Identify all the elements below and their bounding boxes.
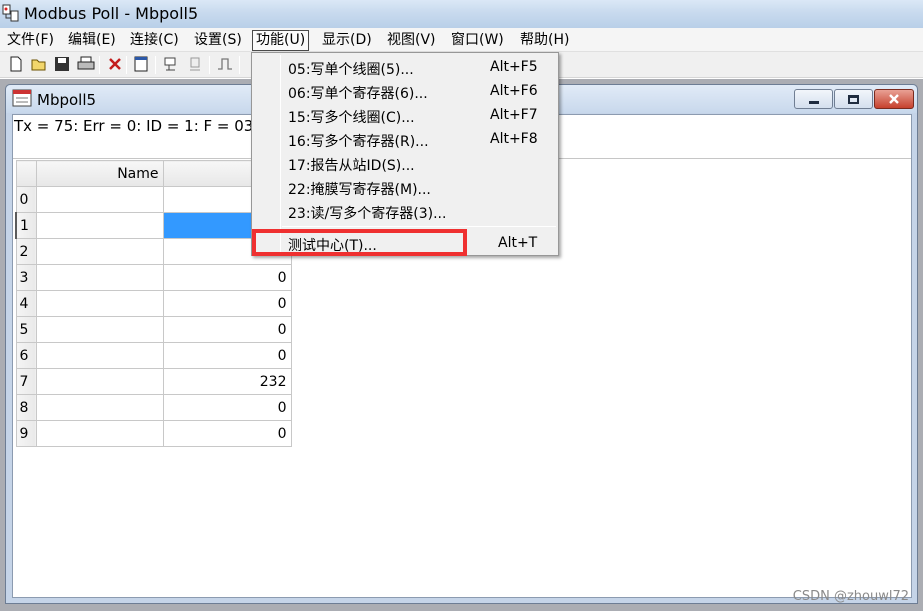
menu-item-label: 15:写多个线圈(C)... <box>288 110 415 126</box>
menu-item-write-multiple-registers[interactable]: 16:写多个寄存器(R)... Alt+F8 <box>254 128 556 152</box>
value-cell[interactable]: 0 <box>162 290 292 317</box>
menu-help[interactable]: 帮助(H) <box>517 30 572 51</box>
open-icon[interactable] <box>31 55 49 73</box>
pulse-icon[interactable] <box>216 55 234 73</box>
menu-item-shortcut: Alt+F6 <box>490 83 538 99</box>
menu-item-shortcut: Alt+F8 <box>490 131 538 147</box>
table-row: 7 232 <box>15 368 292 395</box>
row-header[interactable]: 9 <box>15 420 37 447</box>
menu-window[interactable]: 窗口(W) <box>448 30 507 51</box>
menu-functions[interactable]: 功能(U) <box>252 30 310 51</box>
menu-item-label: 23:读/写多个寄存器(3)... <box>288 206 447 222</box>
maximize-button[interactable] <box>834 89 873 109</box>
toolbar-separator <box>239 56 240 74</box>
table-row: 3 0 <box>15 264 292 291</box>
menu-item-label: 16:写多个寄存器(R)... <box>288 134 429 150</box>
menu-item-write-single-coil[interactable]: 05:写单个线圈(5)... Alt+F5 <box>254 56 556 80</box>
close-button[interactable] <box>874 89 914 109</box>
menu-item-write-multiple-coils[interactable]: 15:写多个线圈(C)... Alt+F7 <box>254 104 556 128</box>
menu-item-label: 22:掩膜写寄存器(M)... <box>288 182 431 198</box>
name-cell[interactable] <box>35 368 164 395</box>
print-icon[interactable] <box>77 55 95 73</box>
app-title: Modbus Poll - Mbpoll5 <box>24 4 199 23</box>
child-window-title: Mbpoll5 <box>37 91 97 109</box>
name-cell[interactable] <box>35 186 164 213</box>
row-header[interactable]: 1 <box>15 212 37 239</box>
name-cell[interactable] <box>35 420 164 447</box>
minimize-button[interactable] <box>794 89 833 109</box>
row-header[interactable]: 5 <box>15 316 37 343</box>
name-cell[interactable] <box>35 394 164 421</box>
table-row: 1 <box>15 212 292 239</box>
grid-corner-cell <box>15 160 37 187</box>
value-cell[interactable]: 232 <box>162 368 292 395</box>
toolbar-separator <box>155 56 156 74</box>
delete-icon[interactable] <box>106 55 124 73</box>
table-row: 4 0 <box>15 290 292 317</box>
table-row: 0 <box>15 186 292 213</box>
value-cell[interactable]: 0 <box>162 264 292 291</box>
grid-header-row: Name 0 <box>15 160 292 187</box>
menu-item-write-single-register[interactable]: 06:写单个寄存器(6)... Alt+F6 <box>254 80 556 104</box>
value-cell[interactable]: 0 <box>162 316 292 343</box>
row-header[interactable]: 7 <box>15 368 37 395</box>
menu-display[interactable]: 显示(D) <box>319 30 375 51</box>
row-header[interactable]: 4 <box>15 290 37 317</box>
menu-view[interactable]: 视图(V) <box>384 30 439 51</box>
maximize-icon <box>848 94 859 104</box>
functions-dropdown-menu: 05:写单个线圈(5)... Alt+F5 06:写单个寄存器(6)... Al… <box>251 52 559 256</box>
poll-status-line: Tx = 75: Err = 0: ID = 1: F = 03 <box>14 117 254 135</box>
save-icon[interactable] <box>53 55 71 73</box>
value-cell[interactable]: 0 <box>162 394 292 421</box>
table-row: 2 45 <box>15 238 292 265</box>
toolbar-separator <box>209 56 210 74</box>
table-row: 5 0 <box>15 316 292 343</box>
menu-item-label: 17:报告从站ID(S)... <box>288 158 415 174</box>
name-cell[interactable] <box>35 238 164 265</box>
menu-file[interactable]: 文件(F) <box>4 30 57 51</box>
menu-item-shortcut: Alt+T <box>498 235 538 251</box>
menu-item-label: 05:写单个线圈(5)... <box>288 62 414 78</box>
new-icon[interactable] <box>7 55 25 73</box>
name-cell[interactable] <box>35 342 164 369</box>
read-icon[interactable] <box>186 55 204 73</box>
close-icon <box>889 94 899 104</box>
app-titlebar: Modbus Poll - Mbpoll5 <box>0 0 923 28</box>
name-cell[interactable] <box>35 212 164 239</box>
grid-window-icon <box>12 89 32 107</box>
menu-setup[interactable]: 设置(S) <box>191 30 245 51</box>
minimize-icon <box>808 100 819 104</box>
menu-item-mask-write-register[interactable]: 22:掩膜写寄存器(M)... <box>254 176 556 200</box>
menu-item-shortcut: Alt+F7 <box>490 107 538 123</box>
value-cell[interactable]: 0 <box>162 342 292 369</box>
row-header[interactable]: 0 <box>15 186 37 213</box>
toolbar-separator <box>99 56 100 74</box>
name-cell[interactable] <box>35 264 164 291</box>
watermark: CSDN @zhouwl72 <box>792 589 909 604</box>
table-row: 8 0 <box>15 394 292 421</box>
menu-item-label: 06:写单个寄存器(6)... <box>288 86 428 102</box>
row-header[interactable]: 2 <box>15 238 37 265</box>
highlight-annotation-box <box>252 229 467 256</box>
menu-item-shortcut: Alt+F5 <box>490 59 538 75</box>
menu-separator <box>282 226 556 227</box>
name-cell[interactable] <box>35 316 164 343</box>
toolbar-separator <box>126 56 127 74</box>
menu-edit[interactable]: 编辑(E) <box>65 30 119 51</box>
value-cell[interactable]: 0 <box>162 420 292 447</box>
table-row: 9 0 <box>15 420 292 447</box>
row-header[interactable]: 3 <box>15 264 37 291</box>
row-header[interactable]: 8 <box>15 394 37 421</box>
column-header-name[interactable]: Name <box>35 160 164 187</box>
menu-item-report-slave-id[interactable]: 17:报告从站ID(S)... <box>254 152 556 176</box>
name-cell[interactable] <box>35 290 164 317</box>
menu-connect[interactable]: 连接(C) <box>127 30 182 51</box>
window-icon[interactable] <box>132 55 150 73</box>
table-row: 6 0 <box>15 342 292 369</box>
modbus-app-icon <box>2 3 20 23</box>
menu-item-read-write-registers[interactable]: 23:读/写多个寄存器(3)... <box>254 200 556 224</box>
menu-bar: 文件(F) 编辑(E) 连接(C) 设置(S) 功能(U) 显示(D) 视图(V… <box>0 28 923 52</box>
row-header[interactable]: 6 <box>15 342 37 369</box>
read-write-icon[interactable] <box>162 55 180 73</box>
